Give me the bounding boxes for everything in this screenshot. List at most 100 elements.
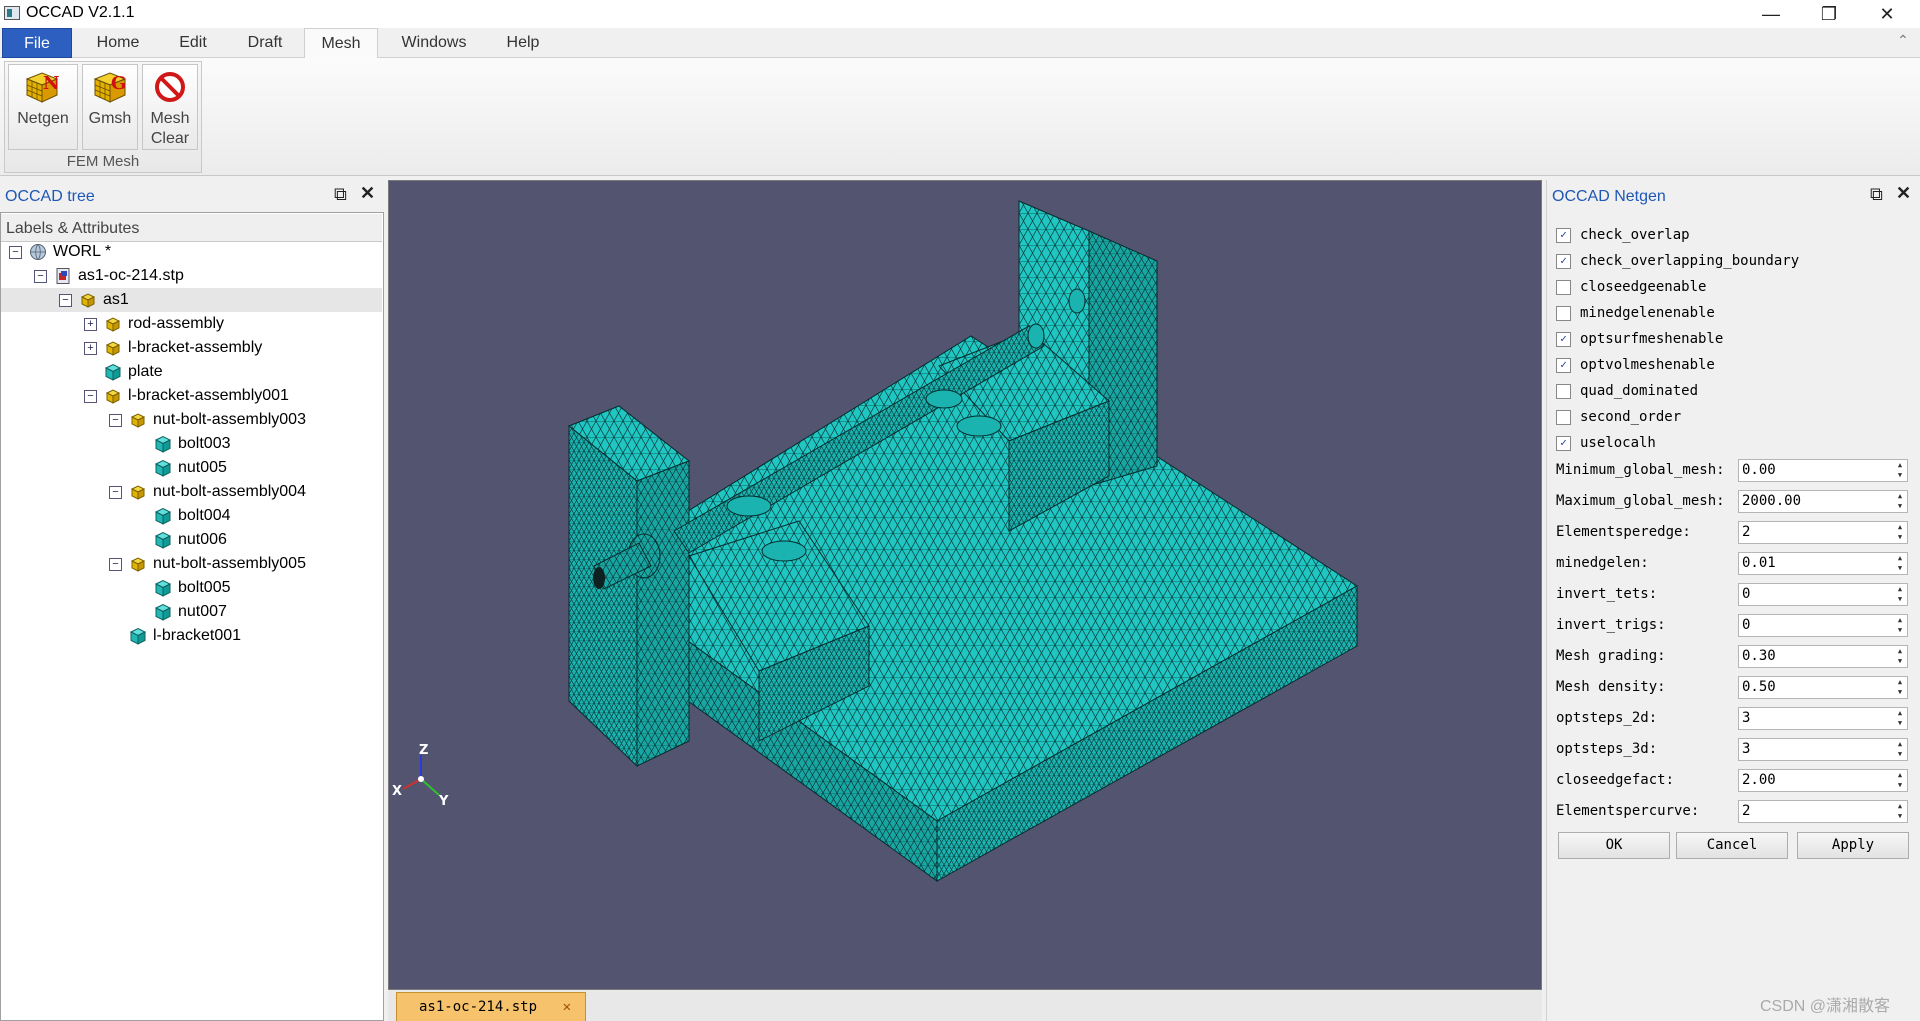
param-spinbox[interactable]: 0.30 ▲ ▼	[1738, 645, 1908, 668]
param-spinbox[interactable]: 3 ▲ ▼	[1738, 707, 1908, 730]
tree-item[interactable]: bolt004	[1, 504, 382, 528]
collapse-ribbon-icon[interactable]: ⌃	[1894, 32, 1912, 50]
checkbox[interactable]: ✓	[1556, 228, 1571, 243]
param-spinbox[interactable]: 2 ▲ ▼	[1738, 521, 1908, 544]
netgen-dock-title: OCCAD Netgen	[1552, 188, 1666, 205]
param-spinbox[interactable]: 0.50 ▲ ▼	[1738, 676, 1908, 699]
checkbox-label: closeedgeenable	[1580, 279, 1707, 295]
mesh-clear-button[interactable]: Mesh Clear	[142, 64, 198, 150]
tree-item[interactable]: + l-bracket-assembly	[1, 336, 382, 360]
spin-arrows-icon[interactable]: ▲ ▼	[1895, 646, 1905, 666]
tree-item[interactable]: − as1	[1, 288, 382, 312]
tab-mesh[interactable]: Mesh	[304, 28, 378, 59]
tree-item[interactable]: − nut-bolt-assembly005	[1, 552, 382, 576]
tree-item[interactable]: + rod-assembly	[1, 312, 382, 336]
tab-draft[interactable]: Draft	[232, 28, 298, 58]
tree-item[interactable]: − nut-bolt-assembly004	[1, 480, 382, 504]
tree-item[interactable]: nut006	[1, 528, 382, 552]
param-spinbox[interactable]: 0 ▲ ▼	[1738, 583, 1908, 606]
collapse-icon[interactable]: −	[109, 486, 122, 499]
tree-item[interactable]: nut007	[1, 600, 382, 624]
spin-arrows-icon[interactable]: ▲ ▼	[1895, 801, 1905, 821]
collapse-icon[interactable]: −	[109, 558, 122, 571]
netgen-button[interactable]: N Netgen	[8, 64, 78, 150]
tab-help[interactable]: Help	[488, 28, 558, 58]
param-label: minedgelen:	[1556, 555, 1649, 571]
param-spinbox[interactable]: 2000.00 ▲ ▼	[1738, 490, 1908, 513]
spin-arrows-icon[interactable]: ▲ ▼	[1895, 615, 1905, 635]
document-tab[interactable]: as1-oc-214.stp ✕	[396, 992, 586, 1021]
float-netgen-dock-icon[interactable]: ⧉	[1870, 184, 1883, 205]
tree-item[interactable]: l-bracket001	[1, 624, 382, 648]
param-spinbox[interactable]: 3 ▲ ▼	[1738, 738, 1908, 761]
param-spinbox[interactable]: 2 ▲ ▼	[1738, 800, 1908, 823]
part-icon	[154, 603, 172, 621]
tree-item[interactable]: − WORL *	[1, 240, 382, 264]
tree-item-label: nut005	[178, 459, 227, 476]
axis-triad: Z X Y	[392, 743, 449, 809]
spin-arrows-icon[interactable]: ▲ ▼	[1895, 708, 1905, 728]
tab-windows[interactable]: Windows	[388, 28, 480, 58]
checkbox[interactable]	[1556, 384, 1571, 399]
tab-edit[interactable]: Edit	[160, 28, 226, 58]
checkbox[interactable]: ✓	[1556, 332, 1571, 347]
spin-arrows-icon[interactable]: ▲ ▼	[1895, 770, 1905, 790]
float-dock-icon[interactable]: ⧉	[334, 184, 347, 205]
param-value: 0.30	[1742, 648, 1776, 664]
collapse-icon[interactable]: −	[59, 294, 72, 307]
param-value: 3	[1742, 741, 1751, 757]
tree-item[interactable]: bolt005	[1, 576, 382, 600]
tab-home[interactable]: Home	[82, 28, 154, 58]
tree-item[interactable]: plate	[1, 360, 382, 384]
close-tab-icon[interactable]: ✕	[563, 993, 571, 1021]
document-icon	[54, 267, 72, 285]
collapse-icon[interactable]: −	[9, 246, 22, 259]
tree-column-header[interactable]: Labels & Attributes	[1, 214, 382, 242]
restore-button[interactable]: ❐	[1800, 0, 1858, 28]
tab-file[interactable]: File	[2, 28, 72, 58]
checkbox[interactable]	[1556, 280, 1571, 295]
checkbox[interactable]	[1556, 410, 1571, 425]
spin-arrows-icon[interactable]: ▲ ▼	[1895, 491, 1905, 511]
tree-item[interactable]: − l-bracket-assembly001	[1, 384, 382, 408]
expand-icon[interactable]: +	[84, 342, 97, 355]
checkbox[interactable]	[1556, 306, 1571, 321]
spin-arrows-icon[interactable]: ▲ ▼	[1895, 584, 1905, 604]
param-spinbox[interactable]: 0.01 ▲ ▼	[1738, 552, 1908, 575]
checkbox[interactable]: ✓	[1556, 436, 1571, 451]
checkbox[interactable]: ✓	[1556, 358, 1571, 373]
gmsh-button[interactable]: G Gmsh	[82, 64, 138, 150]
param-value: 0	[1742, 586, 1751, 602]
expand-icon[interactable]: +	[84, 318, 97, 331]
tree-item-label: as1-oc-214.stp	[78, 267, 184, 284]
close-netgen-dock-icon[interactable]: ✕	[1896, 183, 1911, 204]
cancel-button[interactable]: Cancel	[1676, 832, 1788, 859]
mesh-clear-label: Mesh Clear	[150, 110, 190, 147]
tree-item[interactable]: nut005	[1, 456, 382, 480]
mesh-model[interactable]	[389, 181, 1542, 990]
ok-button[interactable]: OK	[1558, 832, 1670, 859]
close-button[interactable]: ✕	[1858, 0, 1916, 28]
checkbox-label: second_order	[1580, 409, 1682, 425]
collapse-icon[interactable]: −	[34, 270, 47, 283]
3d-viewport[interactable]: Z X Y	[388, 180, 1542, 990]
spin-arrows-icon[interactable]: ▲ ▼	[1895, 677, 1905, 697]
tree-item-label: bolt004	[178, 507, 231, 524]
spin-arrows-icon[interactable]: ▲ ▼	[1895, 553, 1905, 573]
close-dock-icon[interactable]: ✕	[360, 183, 375, 204]
spin-arrows-icon[interactable]: ▲ ▼	[1895, 739, 1905, 759]
collapse-icon[interactable]: −	[84, 390, 97, 403]
checkbox-label: quad_dominated	[1580, 383, 1699, 399]
collapse-icon[interactable]: −	[109, 414, 122, 427]
param-spinbox[interactable]: 2.00 ▲ ▼	[1738, 769, 1908, 792]
checkbox[interactable]: ✓	[1556, 254, 1571, 269]
param-spinbox[interactable]: 0 ▲ ▼	[1738, 614, 1908, 637]
tree-item[interactable]: − as1-oc-214.stp	[1, 264, 382, 288]
apply-button[interactable]: Apply	[1797, 832, 1909, 859]
minimize-button[interactable]: —	[1742, 0, 1800, 28]
spin-arrows-icon[interactable]: ▲ ▼	[1895, 522, 1905, 542]
tree-item[interactable]: bolt003	[1, 432, 382, 456]
tree-item[interactable]: − nut-bolt-assembly003	[1, 408, 382, 432]
param-spinbox[interactable]: 0.00 ▲ ▼	[1738, 459, 1908, 482]
spin-arrows-icon[interactable]: ▲ ▼	[1895, 460, 1905, 480]
